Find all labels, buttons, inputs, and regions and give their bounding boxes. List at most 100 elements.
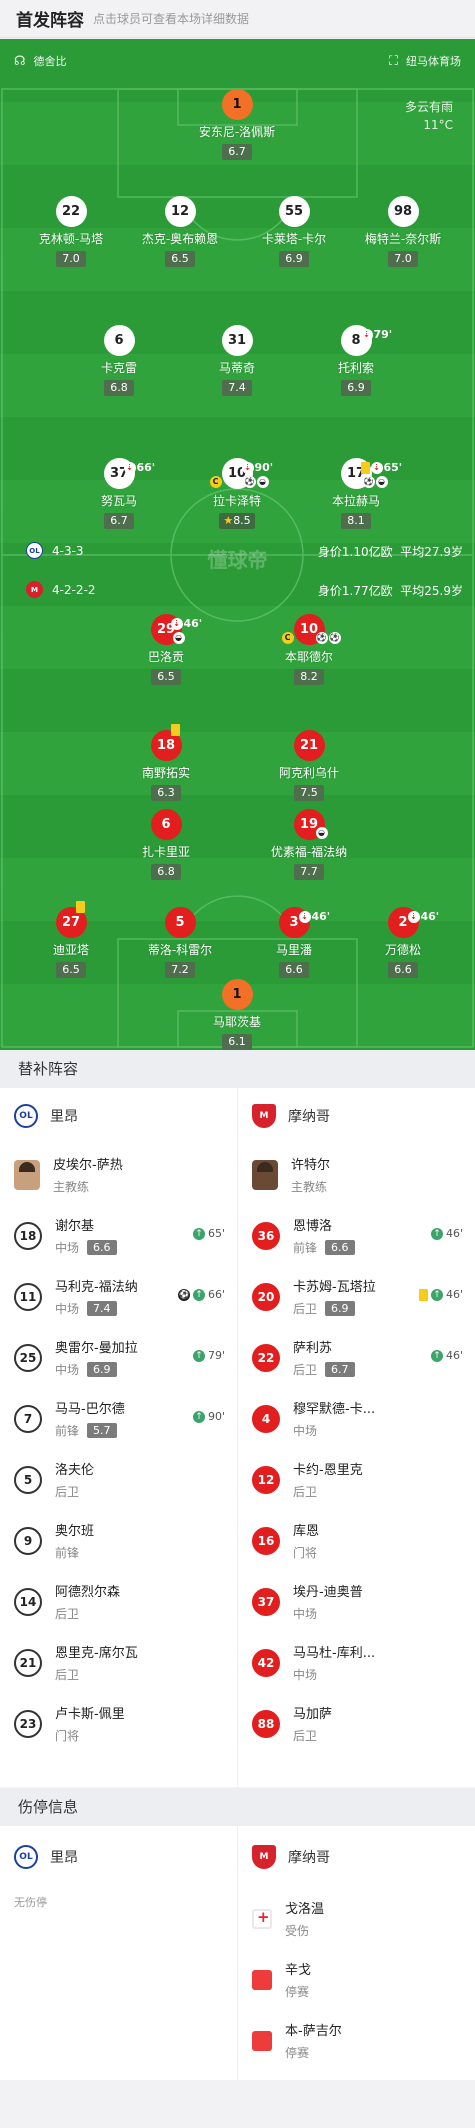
sub-in-icon: ↑ [192, 1288, 205, 1301]
player-number: 3 ⇣ 46' [278, 907, 330, 938]
sub-event: ↑ 46' [418, 1288, 463, 1301]
player-number: 10 ⇣ 90' C ⚽ ◒ [209, 458, 273, 489]
sub-number: 7 [14, 1404, 42, 1433]
sub-name: 洛夫伦 [55, 1463, 95, 1478]
sub-player-row[interactable]: 5 洛夫伦 后卫 [0, 1449, 237, 1510]
pitch-player[interactable]: 17 ⇣ 65' ⚽ ◒ 本拉赫马 8.1 [286, 458, 426, 529]
sub-player-row[interactable]: 12 卡约-恩里克 后卫 [238, 1449, 475, 1510]
player-name: 本拉赫马 [331, 494, 380, 508]
sub-event: ↑ 79' [192, 1349, 225, 1362]
sub-player-row[interactable]: 36 恩博洛 前锋 6.6 ↑ 46' [238, 1205, 475, 1266]
player-number: 1 [221, 89, 253, 120]
coach-role: 主教练 [53, 1180, 90, 1194]
sub-out-icon: ⇣ [360, 328, 373, 341]
sub-position: 前锋 [55, 1424, 80, 1438]
sub-player-row[interactable]: 42 马马杜-库利... 中场 [238, 1632, 475, 1693]
monaco-age: 平均25.9岁 [400, 584, 463, 598]
player-goals: ⚽ ◒ [243, 476, 269, 488]
pitch-player[interactable]: 1 马耶茨基 6.1 [167, 979, 307, 1050]
sub-player-row[interactable]: 14 阿德烈尔森 后卫 [0, 1571, 237, 1632]
pitch-player[interactable]: 19 ◒ 优素福-福法纳 7.7 [239, 809, 379, 880]
pitch-player[interactable]: 1 安东尼-洛佩斯 6.7 [167, 89, 307, 160]
sub-player-row[interactable]: 21 恩里克-席尔瓦 后卫 [0, 1632, 237, 1693]
sub-position: 后卫 [293, 1302, 318, 1316]
injury-row[interactable]: 辛戈 停赛 [238, 1949, 475, 2010]
injury-row[interactable]: 本-萨吉尔 停赛 [238, 2010, 475, 2071]
player-name: 南野拓实 [141, 766, 190, 780]
sub-player-row[interactable]: 25 奥雷尔-曼加拉 中场 6.9 ↑ 79' [0, 1327, 237, 1388]
player-rating: 6.7 [222, 144, 252, 160]
team-row[interactable]: M 摩纳哥 [238, 1088, 475, 1144]
pitch-player[interactable]: 8 ⇣ 79' 托利索 6.9 [286, 325, 426, 396]
event-minute: 66' [136, 461, 156, 474]
sub-position: 前锋 [55, 1546, 80, 1560]
monaco-subs: M 摩纳哥 许特尔 主教练 36 恩博洛 前锋 6.6 ↑ 46' 20 卡苏姆-瓦塔拉 后卫 6.… [238, 1088, 475, 1754]
venue-label: 纽马体育场 [406, 55, 461, 68]
sub-player-row[interactable]: 20 卡苏姆-瓦塔拉 后卫 6.9 ↑ 46' [238, 1266, 475, 1327]
sub-position: 后卫 [55, 1668, 80, 1682]
pitch-player[interactable]: 6 扎卡里亚 6.8 [96, 809, 236, 880]
player-events [75, 901, 85, 913]
sub-number: 23 [14, 1709, 42, 1738]
coach-row[interactable]: 许特尔 主教练 [238, 1144, 475, 1205]
team-row[interactable]: OL 里昂 [0, 1826, 237, 1888]
coach-name: 皮埃尔-萨热 [53, 1158, 123, 1173]
pitch-player[interactable]: 29 ⇣ 46' ◒ 巴洛贡 6.5 [96, 614, 236, 685]
sub-name: 奥尔班 [55, 1524, 95, 1539]
sub-name: 恩博洛 [293, 1219, 333, 1234]
star-icon: ★ [223, 514, 234, 527]
pitch-player[interactable]: 2 ⇣ 46' 万德松 6.6 [333, 907, 473, 978]
sub-player-row[interactable]: 22 萨利苏 后卫 6.7 ↑ 46' [238, 1327, 475, 1388]
red-card-icon [252, 1969, 272, 1990]
sub-player-row[interactable]: 16 库恩 门将 [238, 1510, 475, 1571]
player-rating: 6.5 [151, 669, 181, 685]
sub-player-row[interactable]: 7 马马-巴尔德 前锋 5.7 ↑ 90' [0, 1388, 237, 1449]
sub-number: 14 [14, 1587, 42, 1616]
event-minute: 46' [420, 910, 440, 923]
pitch-player[interactable]: 10 C ⚽ ⚽ 本耶德尔 8.2 [239, 614, 379, 685]
player-name: 万德松 [384, 943, 421, 957]
coach-row[interactable]: 皮埃尔-萨热 主教练 [0, 1144, 237, 1205]
sub-player-row[interactable]: 11 马利克-福法纳 中场 7.4 ⚽ ↑ 66' [0, 1266, 237, 1327]
sub-player-row[interactable]: 4 穆罕默德-卡... 中场 [238, 1388, 475, 1449]
goal-icon: ⚽ [315, 632, 328, 644]
goal-icon: ⚽ [328, 632, 341, 644]
player-number: 18 [150, 724, 182, 761]
pitch-player[interactable]: 18 南野拓实 6.3 [96, 724, 236, 801]
sub-out-icon: ⇣ [170, 617, 183, 630]
player-number: 19 ◒ [293, 809, 328, 840]
team-row[interactable]: M 摩纳哥 [238, 1826, 475, 1888]
sub-number: 4 [252, 1404, 280, 1433]
injury-row[interactable]: 戈洛温受伤 [238, 1888, 475, 1949]
sub-player-row[interactable]: 23 卢卡斯-佩里 门将 [0, 1693, 237, 1754]
monaco-formation-row: M 4-2-2-2 [26, 581, 96, 598]
pitch-player[interactable]: 21 阿克利乌什 7.5 [239, 730, 379, 801]
player-rating: 6.6 [388, 962, 418, 978]
sub-position: 中场 [55, 1302, 80, 1316]
player-number: 29 ⇣ 46' ◒ [150, 614, 202, 645]
sub-player-row[interactable]: 9 奥尔班 前锋 [0, 1510, 237, 1571]
sub-player-row[interactable]: 18 谢尔基 中场 6.6 ↑ 65' [0, 1205, 237, 1266]
sub-position: 后卫 [293, 1363, 318, 1377]
assist-icon: ◒ [172, 632, 185, 644]
event-minute: 79' [207, 1349, 225, 1362]
team-row[interactable]: OL 里昂 [0, 1088, 237, 1144]
weather: 多云有雨 11°C [405, 98, 453, 134]
pitch-player[interactable]: 98 梅特兰-奈尔斯 7.0 [333, 196, 473, 267]
event-minute: 46' [445, 1349, 463, 1362]
player-rating: 6.9 [279, 251, 309, 267]
player-rating: 7.4 [222, 380, 252, 396]
goal-icon: ⚽ [243, 476, 256, 488]
yellow-card-icon [170, 724, 180, 736]
event-minute: 90' [207, 1410, 225, 1423]
sub-position: 前锋 [293, 1241, 318, 1255]
subs-panel: OL 里昂 皮埃尔-萨热 主教练 18 谢尔基 中场 6.6 ↑ 65' 11 马利克-福法纳中… [0, 1088, 475, 1787]
monaco-formation: 4-2-2-2 [52, 582, 96, 597]
sub-position: 门将 [293, 1546, 318, 1560]
player-number: 8 ⇣ 79' [340, 325, 392, 356]
sub-player-row[interactable]: 88 马加萨 后卫 [238, 1693, 475, 1754]
sub-event: ↑ 90' [192, 1410, 225, 1423]
sub-player-row[interactable]: 37 埃丹-迪奥普 中场 [238, 1571, 475, 1632]
sub-name: 卢卡斯-佩里 [55, 1707, 125, 1722]
player-number: 37 ⇣ 66' [103, 458, 155, 489]
